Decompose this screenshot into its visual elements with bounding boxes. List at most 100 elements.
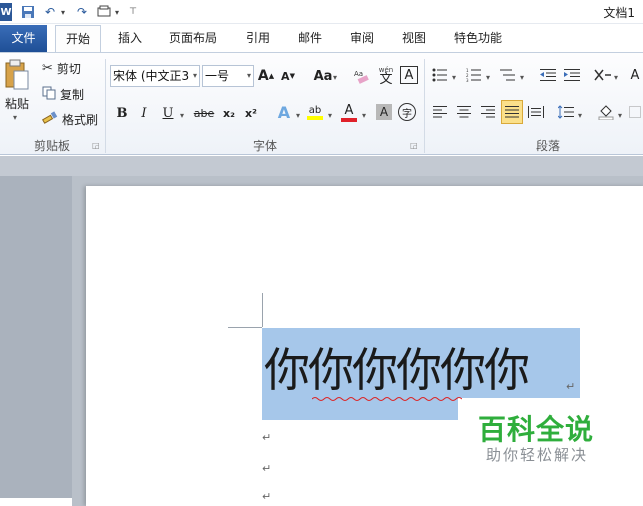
align-right-icon[interactable] bbox=[478, 101, 498, 123]
copy-icon bbox=[42, 86, 56, 103]
shrink-font-button[interactable]: A ▼ bbox=[280, 67, 296, 85]
font-size-value: 一号 bbox=[205, 69, 230, 83]
font-name-value: 宋体 (中文正3 bbox=[113, 69, 190, 83]
watermark-title: 百科全说 bbox=[478, 413, 595, 446]
chevron-down-icon: ▾ bbox=[192, 71, 197, 80]
sort-icon[interactable]: A bbox=[628, 65, 642, 85]
underline-dropdown-icon[interactable]: ▾ bbox=[180, 111, 184, 120]
change-case-button[interactable]: Aa bbox=[312, 67, 334, 85]
paste-dropdown-icon[interactable]: ▾ bbox=[13, 113, 17, 122]
ribbon-tabs: 文件 开始 插入 页面布局 引用 邮件 审阅 视图 特色功能 bbox=[0, 25, 643, 53]
highlight-button[interactable]: ab bbox=[304, 101, 326, 123]
title-bar: W ↶ ▾ ↷ ▾ ⊤ 文档1 bbox=[0, 0, 643, 24]
font-color-dropdown-icon[interactable]: ▾ bbox=[362, 111, 366, 120]
align-left-icon[interactable] bbox=[430, 101, 450, 123]
shading-bucket-icon[interactable] bbox=[596, 101, 616, 123]
highlight-letters: ab bbox=[308, 104, 322, 116]
italic-button[interactable]: I bbox=[136, 103, 152, 123]
tab-mailings[interactable]: 邮件 bbox=[292, 25, 328, 52]
paragraph-group-label: 段落 bbox=[535, 139, 560, 153]
paragraph-mark-icon: ↵ bbox=[566, 380, 576, 393]
copy-button[interactable]: 复制 bbox=[42, 85, 84, 103]
enclose-characters-button[interactable]: 字 bbox=[398, 103, 416, 121]
paste-button[interactable]: 粘贴 bbox=[2, 95, 32, 111]
svg-text:3: 3 bbox=[466, 78, 469, 82]
line-spacing-icon[interactable] bbox=[556, 101, 576, 123]
undo-dropdown-icon[interactable]: ▾ bbox=[58, 3, 68, 21]
tab-view[interactable]: 视图 bbox=[396, 25, 432, 52]
cut-label: 剪切 bbox=[56, 61, 81, 76]
cut-button[interactable]: ✂ 剪切 bbox=[42, 59, 81, 77]
phonetic-guide-button[interactable]: wén 文 bbox=[376, 63, 396, 87]
numbering-icon[interactable]: 123 bbox=[464, 65, 484, 85]
bullets-icon[interactable] bbox=[430, 65, 450, 85]
tab-references[interactable]: 引用 bbox=[240, 25, 276, 52]
increase-indent-icon[interactable] bbox=[562, 65, 582, 85]
bullets-dropdown-icon[interactable]: ▾ bbox=[452, 73, 456, 82]
margin-corner-mark bbox=[262, 293, 263, 327]
align-center-icon[interactable] bbox=[454, 101, 474, 123]
decrease-indent-icon[interactable] bbox=[538, 65, 558, 85]
paintbrush-icon bbox=[41, 110, 58, 128]
spelling-squiggle bbox=[312, 397, 462, 401]
tab-page-layout[interactable]: 页面布局 bbox=[164, 25, 222, 52]
svg-text:Aa: Aa bbox=[354, 70, 363, 78]
superscript-button[interactable]: x² bbox=[242, 103, 260, 123]
justify-icon[interactable] bbox=[501, 100, 523, 124]
print-preview-icon[interactable] bbox=[96, 3, 112, 21]
tab-special-features[interactable]: 特色功能 bbox=[448, 25, 508, 52]
character-shading-button[interactable]: A bbox=[376, 104, 392, 120]
font-color-letter: A bbox=[344, 102, 354, 118]
chinese-layout-icon[interactable] bbox=[592, 65, 614, 85]
paste-icon[interactable] bbox=[2, 57, 32, 93]
font-size-combo[interactable]: 一号 ▾ bbox=[202, 65, 254, 87]
tab-insert[interactable]: 插入 bbox=[112, 25, 148, 52]
font-name-combo[interactable]: 宋体 (中文正3 ▾ bbox=[110, 65, 200, 87]
font-launcher-icon[interactable]: ◲ bbox=[410, 141, 418, 150]
tab-home[interactable]: 开始 bbox=[55, 25, 101, 53]
document-title: 文档1 bbox=[603, 6, 635, 20]
ribbon: 粘贴 ▾ ✂ 剪切 复制 格式刷 剪贴板 ◲ 宋体 (中文正3 ▾ 一号 ▾ A… bbox=[0, 52, 643, 155]
borders-icon[interactable] bbox=[628, 101, 642, 123]
subscript-button[interactable]: x₂ bbox=[220, 103, 238, 123]
chevron-down-icon: ▾ bbox=[246, 71, 251, 80]
line-spacing-dropdown-icon[interactable]: ▾ bbox=[578, 111, 582, 120]
numbering-dropdown-icon[interactable]: ▾ bbox=[486, 73, 490, 82]
format-painter-button[interactable]: 格式刷 bbox=[41, 110, 99, 128]
tab-file[interactable]: 文件 bbox=[0, 25, 47, 52]
paragraph-mark-icon: ↵ bbox=[262, 431, 272, 444]
bold-button[interactable]: B bbox=[114, 103, 130, 123]
underline-button[interactable]: U bbox=[160, 103, 176, 123]
font-color-button[interactable]: A bbox=[340, 101, 358, 123]
grow-font-button[interactable]: A ▲ bbox=[258, 67, 274, 85]
tab-review[interactable]: 审阅 bbox=[344, 25, 380, 52]
change-case-dropdown-icon[interactable]: ▾ bbox=[333, 73, 337, 82]
font-color-swatch bbox=[341, 117, 357, 122]
format-painter-label: 格式刷 bbox=[62, 112, 99, 127]
text-effect-dropdown-icon[interactable]: ▾ bbox=[296, 111, 300, 120]
multilevel-list-icon[interactable] bbox=[498, 65, 518, 85]
multilevel-dropdown-icon[interactable]: ▾ bbox=[520, 73, 524, 82]
undo-icon[interactable]: ↶ bbox=[42, 3, 58, 21]
clipboard-group-label: 剪贴板 bbox=[33, 139, 70, 153]
distributed-align-icon[interactable] bbox=[526, 101, 546, 123]
clear-format-icon[interactable]: Aa bbox=[352, 66, 372, 86]
customize-toolbar-icon[interactable]: ⊤ bbox=[128, 3, 138, 21]
document-text[interactable]: 你你你你你你 bbox=[264, 340, 530, 400]
redo-icon[interactable]: ↷ bbox=[74, 3, 90, 21]
text-effect-button[interactable]: A bbox=[274, 101, 294, 123]
highlight-dropdown-icon[interactable]: ▾ bbox=[328, 111, 332, 120]
clipboard-launcher-icon[interactable]: ◲ bbox=[92, 141, 100, 150]
shading-dropdown-icon[interactable]: ▾ bbox=[618, 111, 622, 120]
word-app-icon[interactable]: W bbox=[0, 3, 12, 21]
ruler-strip bbox=[0, 156, 643, 176]
strikethrough-button[interactable]: abe bbox=[192, 103, 216, 123]
font-group-label: 字体 bbox=[252, 139, 277, 153]
phonetic-char: 文 bbox=[379, 72, 393, 87]
paragraph-mark-icon: ↵ bbox=[262, 462, 272, 475]
quick-access-dropdown-icon[interactable]: ▾ bbox=[112, 3, 122, 21]
chinese-layout-dropdown-icon[interactable]: ▾ bbox=[614, 73, 618, 82]
character-border-button[interactable]: A bbox=[400, 66, 418, 84]
paragraph-mark-icon: ↵ bbox=[262, 490, 272, 503]
save-icon[interactable] bbox=[20, 3, 36, 21]
